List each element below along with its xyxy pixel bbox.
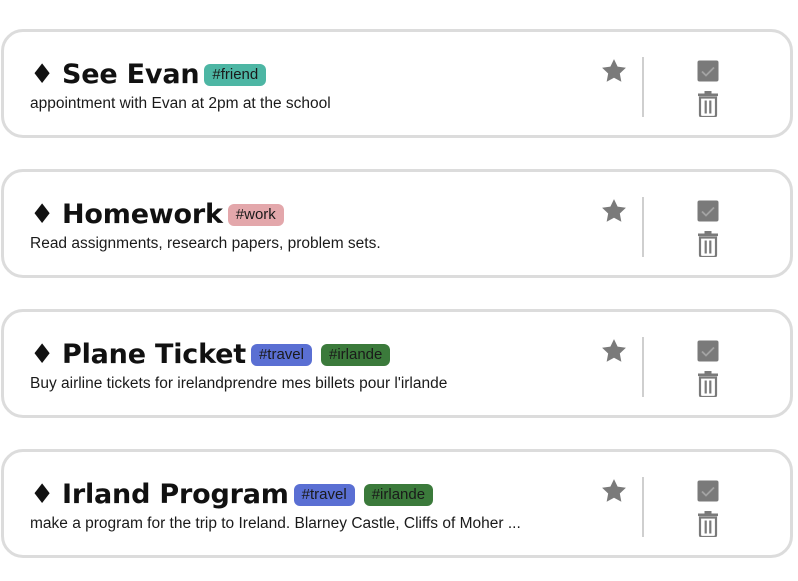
task-card: ♦ Irland Program #travel #irlande make a… <box>1 449 793 558</box>
star-icon[interactable] <box>600 477 628 505</box>
star-icon[interactable] <box>600 57 628 85</box>
task-description: make a program for the trip to Ireland. … <box>30 515 521 532</box>
task-title-row: ♦ Homework #work <box>30 197 284 233</box>
vertical-divider <box>642 57 644 117</box>
task-title-row: ♦ Irland Program #travel #irlande <box>30 477 434 513</box>
task-title: Homework <box>62 199 223 230</box>
trash-icon[interactable] <box>696 231 720 257</box>
tag-travel[interactable]: #travel <box>250 344 312 366</box>
vertical-divider <box>642 197 644 257</box>
trash-icon[interactable] <box>696 371 720 397</box>
task-bullet: ♦ <box>30 339 55 370</box>
star-icon[interactable] <box>600 337 628 365</box>
task-bullet: ♦ <box>30 199 55 230</box>
task-title-row: ♦ Plane Ticket #travel #irlande <box>30 337 391 373</box>
checkbox-icon[interactable] <box>696 59 720 83</box>
task-card: ♦ Plane Ticket #travel #irlande Buy airl… <box>1 309 793 418</box>
task-bullet: ♦ <box>30 59 55 90</box>
task-title-row: ♦ See Evan #friend <box>30 57 267 93</box>
task-description: appointment with Evan at 2pm at the scho… <box>30 95 331 112</box>
trash-icon[interactable] <box>696 91 720 117</box>
checkbox-icon[interactable] <box>696 479 720 503</box>
tag-work[interactable]: #work <box>227 204 284 226</box>
task-card: ♦ See Evan #friend appointment with Evan… <box>1 29 793 138</box>
tag-irlande[interactable]: #irlande <box>363 484 434 506</box>
vertical-divider <box>642 337 644 397</box>
star-icon[interactable] <box>600 197 628 225</box>
task-description: Buy airline tickets for irelandprendre m… <box>30 375 448 392</box>
checkbox-icon[interactable] <box>696 199 720 223</box>
vertical-divider <box>642 477 644 537</box>
task-description: Read assignments, research papers, probl… <box>30 235 381 252</box>
task-bullet: ♦ <box>30 479 55 510</box>
task-card: ♦ Homework #work Read assignments, resea… <box>1 169 793 278</box>
checkbox-icon[interactable] <box>696 339 720 363</box>
task-title: Irland Program <box>62 479 289 510</box>
tag-irlande[interactable]: #irlande <box>320 344 391 366</box>
task-title: Plane Ticket <box>62 339 246 370</box>
tag-friend[interactable]: #friend <box>204 64 267 86</box>
task-title: See Evan <box>62 59 200 90</box>
trash-icon[interactable] <box>696 511 720 537</box>
tag-travel[interactable]: #travel <box>293 484 355 506</box>
